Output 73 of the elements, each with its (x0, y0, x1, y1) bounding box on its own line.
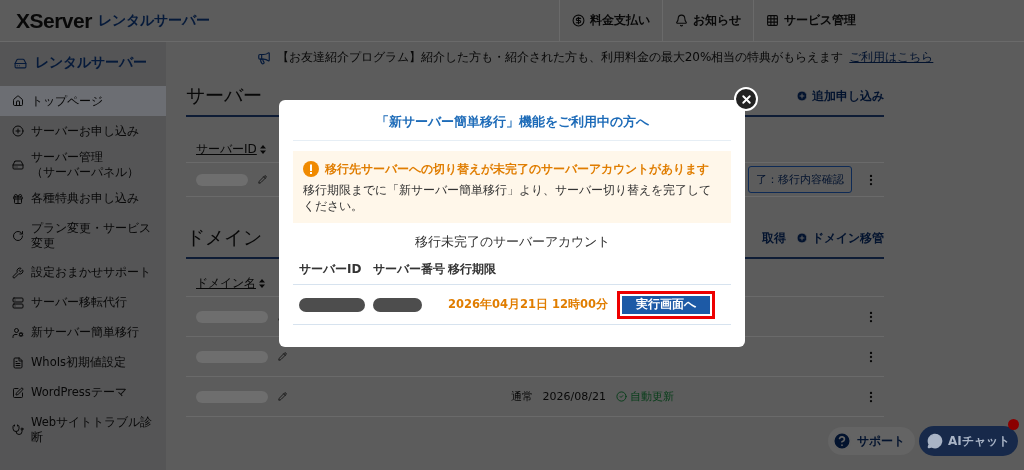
section-action-link[interactable]: ドメイン移管 (796, 229, 884, 247)
sidebar-item[interactable]: サーバー移転代行 (0, 287, 166, 318)
sidebar-item[interactable]: 設定おまかせサポート (0, 257, 166, 288)
plus-icon (796, 232, 808, 244)
server-icon (12, 296, 24, 309)
sidebar-item[interactable]: サーバー管理 （サーバーパネル） (0, 146, 166, 184)
home-icon (12, 95, 24, 107)
header-nav-link[interactable]: 料金支払い (559, 0, 662, 42)
banner-link[interactable]: ご利用はこちら (849, 49, 934, 66)
expiry-date: 2026/08/21 (542, 390, 606, 403)
pencil-icon (278, 352, 287, 361)
section-title: ドメイン (186, 225, 262, 250)
megaphone-icon (256, 50, 271, 65)
domain-type: 通常 (510, 389, 533, 404)
plus-icon (12, 125, 24, 137)
sidebar-title: レンタルサーバー (0, 54, 166, 86)
sidebar-item[interactable]: Webサイトトラブル診断 (0, 407, 166, 452)
column-header[interactable]: ドメイン名 (196, 275, 256, 292)
gift-icon (12, 192, 24, 205)
grid-icon (766, 14, 779, 27)
modal-subtitle: 移行未完了のサーバーアカウント (413, 233, 611, 252)
stethoscope-icon (12, 423, 24, 436)
sidebar-item[interactable]: 新サーバー簡単移行 (0, 317, 166, 348)
refresh-icon (12, 229, 24, 242)
confirm-button[interactable]: 了：移行内容確認 (748, 166, 852, 193)
sidebar-item[interactable]: トップページ (0, 86, 166, 116)
section-action-link[interactable]: 追加申し込み (796, 87, 884, 105)
section-action-link[interactable]: 取得 (762, 229, 786, 247)
sidebar-item[interactable]: WordPressテーマ (0, 377, 166, 408)
check-icon (616, 391, 627, 402)
server-icon (14, 56, 27, 70)
help-icon (832, 431, 852, 451)
close-button[interactable] (734, 87, 758, 111)
notification-dot (1008, 419, 1019, 430)
deadline-text: 2026年04月21日 12時00分 (448, 297, 609, 313)
support-button[interactable]: サポート (828, 427, 915, 455)
column-header: サーバー番号 (373, 261, 446, 279)
column-header[interactable]: サーバーID (196, 141, 257, 158)
warning-icon (303, 161, 319, 177)
renewal-status: 自動更新 (616, 389, 674, 404)
yen-icon (572, 14, 585, 27)
column-header: サーバーID (299, 261, 363, 279)
redacted-bar (299, 297, 365, 312)
logo-subtitle: レンタルサーバー (97, 11, 210, 30)
sidebar-item[interactable]: プラン変更・サービス変更 (0, 213, 166, 258)
sort-icon[interactable] (259, 145, 266, 154)
close-icon (739, 92, 753, 106)
execute-button[interactable]: 実行画面へ (617, 290, 715, 319)
server-icon (12, 158, 24, 171)
modal-title: 「新サーバー簡単移行」機能をご利用中の方へ (293, 114, 731, 141)
redacted-bar (373, 297, 422, 312)
wrench-icon (12, 266, 24, 279)
plus-icon (796, 90, 808, 102)
column-header: 移行期限 (448, 261, 497, 279)
alert-text: 移行期限までに「新サーバー簡単移行」より、サーバー切り替えを完了してください。 (303, 183, 712, 215)
header-nav-link[interactable]: お知らせ (662, 0, 753, 42)
chat-button[interactable]: AIチャット (919, 426, 1018, 456)
alert-heading: 移行先サーバーへの切り替えが未完了のサーバーアカウントがあります (325, 161, 709, 177)
user-icon (12, 326, 24, 339)
document-icon (12, 356, 24, 369)
sidebar-item[interactable]: WhoIs初期値設定 (0, 347, 166, 378)
sort-icon[interactable] (259, 279, 265, 288)
header-nav-link[interactable]: サービス管理 (753, 0, 868, 42)
sidebar-item[interactable]: 各種特典お申し込み (0, 183, 166, 214)
chat-icon (927, 433, 943, 449)
banner-text: 【お友達紹介プログラム】紹介した方も・紹介された方も、利用料金の最大20%相当の特典がもらえます (276, 49, 844, 66)
bell-icon (675, 14, 688, 27)
sidebar-item[interactable]: サーバーお申し込み (0, 116, 166, 146)
logo-text: XServer (16, 8, 92, 33)
pencil-icon (278, 392, 287, 401)
pencil-icon (258, 175, 267, 184)
section-title: サーバー (186, 83, 262, 108)
edit-icon (12, 386, 24, 399)
